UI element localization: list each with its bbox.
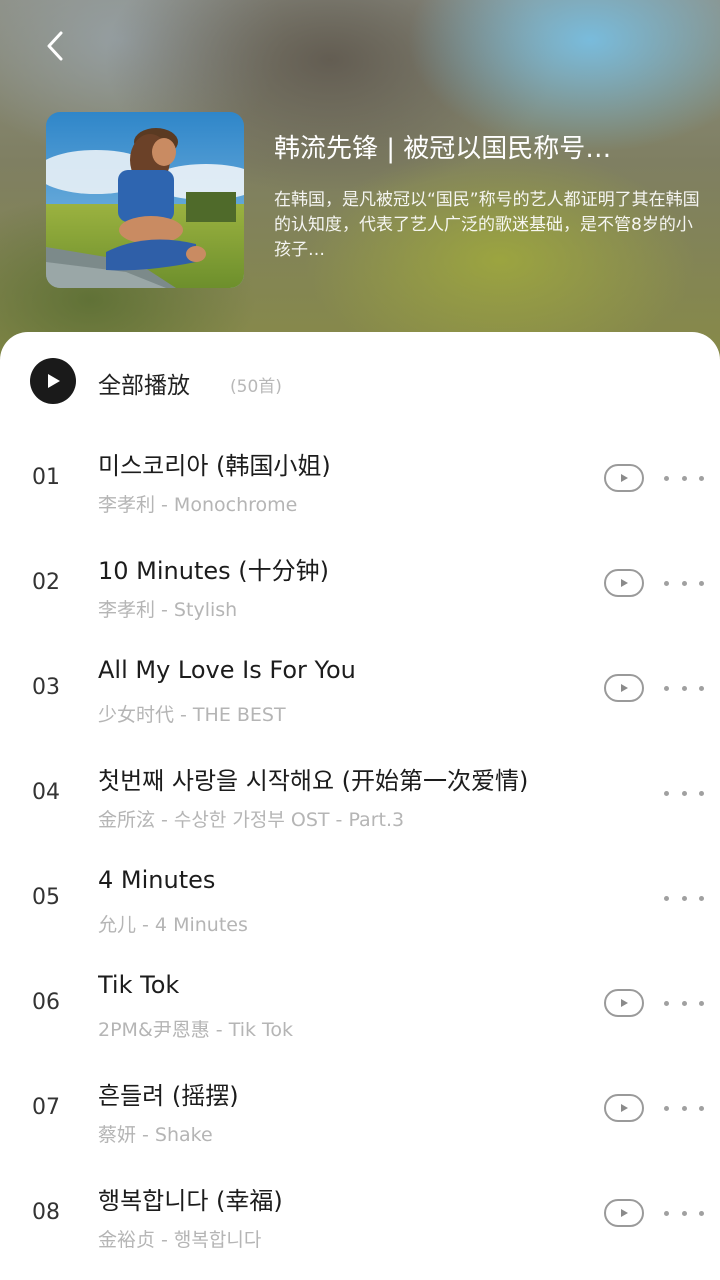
track-artist-album: 李孝利 - Stylish — [98, 599, 238, 621]
track-number: 05 — [32, 885, 60, 910]
track-row[interactable]: 03 All My Love Is For You 少女时代 - THE BES… — [0, 638, 720, 743]
track-number: 07 — [32, 1095, 60, 1120]
track-number: 08 — [32, 1200, 60, 1225]
more-options-button[interactable] — [664, 781, 704, 805]
back-button[interactable] — [30, 24, 82, 68]
track-artist-album: 李孝利 - Monochrome — [98, 494, 298, 516]
track-number: 02 — [32, 570, 60, 595]
track-artist-album: 金所泫 - 수상한 가정부 OST - Part.3 — [98, 809, 405, 831]
play-all-button[interactable]: 全部播放 (50首) — [0, 356, 720, 408]
track-number: 03 — [32, 675, 60, 700]
mv-play-button[interactable] — [604, 1094, 644, 1122]
mv-play-button[interactable] — [604, 989, 644, 1017]
track-title: All My Love Is For You — [98, 656, 356, 684]
track-artist-album: 2PM&尹恩惠 - Tik Tok — [98, 1019, 294, 1041]
mv-play-icon — [621, 1104, 628, 1112]
more-options-button[interactable] — [664, 676, 704, 700]
more-options-button[interactable] — [664, 571, 704, 595]
cover-photo — [46, 112, 244, 288]
track-title: 4 Minutes — [98, 866, 216, 894]
track-artist-album: 允儿 - 4 Minutes — [98, 914, 248, 936]
more-options-button[interactable] — [664, 991, 704, 1015]
track-row[interactable]: 07 흔들려 (摇摆) 蔡妍 - Shake — [0, 1058, 720, 1163]
playlist-cover-image[interactable] — [46, 112, 244, 288]
track-title: 행복합니다 (幸福) — [98, 1187, 283, 1215]
track-number: 06 — [32, 990, 60, 1015]
play-icon — [30, 358, 76, 404]
more-options-button[interactable] — [664, 466, 704, 490]
track-title: 흔들려 (摇摆) — [98, 1082, 239, 1110]
mv-play-icon — [621, 474, 628, 482]
track-artist-album: 少女时代 - THE BEST — [98, 704, 286, 726]
track-count: (50首) — [230, 377, 282, 397]
mv-play-button[interactable] — [604, 569, 644, 597]
play-all-label: 全部播放 — [98, 373, 190, 399]
track-title: 10 Minutes (十分钟) — [98, 557, 329, 585]
more-options-button[interactable] — [664, 1201, 704, 1225]
track-row[interactable]: 08 행복합니다 (幸福) 金裕贞 - 행복합니다 — [0, 1163, 720, 1268]
more-options-button[interactable] — [664, 1096, 704, 1120]
track-artist-album: 金裕贞 - 행복합니다 — [98, 1229, 262, 1251]
mv-play-button[interactable] — [604, 1199, 644, 1227]
mv-play-icon — [621, 1209, 628, 1217]
mv-play-icon — [621, 999, 628, 1007]
more-options-button[interactable] — [664, 886, 704, 910]
track-list-sheet: 全部播放 (50首) 01 미스코리아 (韩国小姐) 李孝利 - Monochr… — [0, 332, 720, 1280]
playlist-description[interactable]: 在韩国，是凡被冠以“国民”称号的艺人都证明了其在韩国的认知度，代表了艺人广泛的歌… — [274, 188, 706, 263]
track-artist-album: 蔡妍 - Shake — [98, 1124, 213, 1146]
track-row[interactable]: 05 4 Minutes 允儿 - 4 Minutes — [0, 848, 720, 953]
mv-play-icon — [621, 579, 628, 587]
track-number: 01 — [32, 465, 60, 490]
track-title: 첫번째 사랑을 시작해요 (开始第一次爱情) — [98, 767, 529, 795]
track-row[interactable]: 01 미스코리아 (韩国小姐) 李孝利 - Monochrome — [0, 428, 720, 533]
mv-play-button[interactable] — [604, 674, 644, 702]
track-row[interactable]: 04 첫번째 사랑을 시작해요 (开始第一次爱情) 金所泫 - 수상한 가정부 … — [0, 743, 720, 848]
track-title: Tik Tok — [98, 971, 180, 999]
track-row[interactable]: 06 Tik Tok 2PM&尹恩惠 - Tik Tok — [0, 953, 720, 1058]
track-title: 미스코리아 (韩国小姐) — [98, 452, 331, 480]
track-row[interactable]: 02 10 Minutes (十分钟) 李孝利 - Stylish — [0, 533, 720, 638]
mv-play-button[interactable] — [604, 464, 644, 492]
mv-play-icon — [621, 684, 628, 692]
track-number: 04 — [32, 780, 60, 805]
playlist-title: 韩流先锋 | 被冠以国民称号… — [274, 134, 612, 164]
chevron-left-icon — [47, 31, 63, 61]
